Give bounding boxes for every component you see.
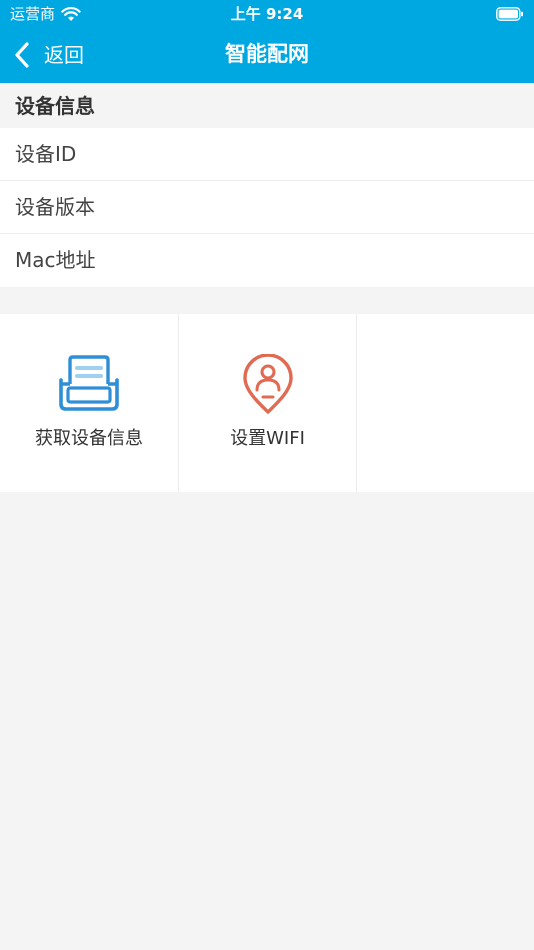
device-version-row: 设备版本 (0, 181, 534, 234)
top-bar: 运营商 上午 9:24 返回 智能配网 (0, 0, 534, 83)
location-user-icon (242, 354, 293, 414)
page-title: 智能配网 (225, 42, 309, 66)
device-version-label: 设备版本 (15, 195, 95, 219)
device-id-label: 设备ID (15, 142, 77, 166)
device-id-row: 设备ID (0, 128, 534, 181)
set-wifi-button[interactable]: 设置WIFI (179, 314, 357, 492)
set-wifi-label: 设置WIFI (230, 428, 305, 449)
mac-address-row: Mac地址 (0, 234, 534, 287)
status-time: 上午 9:24 (230, 5, 304, 23)
action-grid: 获取设备信息 设置WIFI (0, 314, 534, 492)
section-title: 设备信息 (15, 94, 95, 118)
status-bar: 运营商 上午 9:24 (0, 0, 534, 28)
device-info-list: 设备ID 设备版本 Mac地址 (0, 128, 534, 287)
get-device-info-button[interactable]: 获取设备信息 (0, 314, 179, 492)
printer-icon (59, 355, 119, 411)
get-device-info-label: 获取设备信息 (35, 428, 143, 449)
mac-address-label: Mac地址 (15, 248, 96, 272)
device-info-header: 设备信息 (0, 83, 534, 128)
empty-action-cell (357, 314, 534, 492)
navigation-bar: 返回 智能配网 (0, 28, 534, 83)
battery-icon (496, 7, 523, 21)
